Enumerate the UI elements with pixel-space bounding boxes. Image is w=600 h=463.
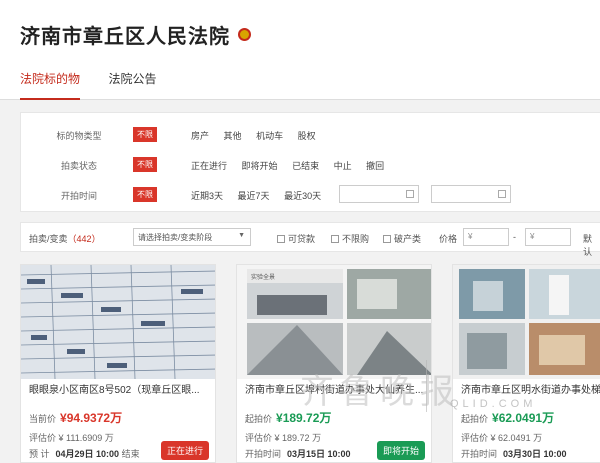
checkbox-icon	[383, 235, 391, 243]
default-sort-button[interactable]: 默认	[583, 232, 600, 258]
filter-label: 拍卖状态	[60, 161, 97, 171]
card-appraisal-line: 评估价 ¥ 111.6909 万	[29, 433, 114, 443]
filter-row-time: 开拍时间 不限 近期3天 最近7天 最近30天 -	[21, 181, 600, 211]
auction-count: 拍卖/变卖（442）	[29, 234, 101, 244]
tab-bar: 法院标的物 法院公告	[0, 60, 600, 100]
card-price-line: 起拍价 ¥189.72万	[245, 411, 332, 425]
tab-court-items[interactable]: 法院标的物	[20, 60, 81, 100]
filter-any-badge[interactable]: 不限	[133, 157, 157, 172]
chevron-down-icon: ▼	[238, 232, 245, 239]
filter-option[interactable]: 最近7天	[238, 191, 270, 201]
status-badge: 即将开始	[376, 441, 425, 460]
checkbox-icon	[277, 235, 285, 243]
card-appraisal-line: 评估价 ¥ 62.0491 万	[461, 433, 543, 443]
card-appraisal-line: 评估价 ¥ 189.72 万	[245, 433, 322, 443]
tab-court-notices[interactable]: 法院公告	[108, 60, 156, 98]
filter-row-type: 标的物类型 不限 房产 其他 机动车 股权	[21, 121, 600, 151]
price-max-input[interactable]: ¥	[525, 228, 571, 246]
end-date-input[interactable]	[431, 185, 511, 203]
start-date-input[interactable]	[339, 185, 419, 203]
stage-select[interactable]: 请选择拍卖/变卖阶段 ▼	[133, 228, 251, 246]
calendar-icon	[406, 190, 414, 198]
property-photos	[453, 265, 600, 379]
card-price-line: 当前价 ¥94.9372万	[29, 411, 123, 425]
no-limit-checkbox[interactable]: 不限购	[331, 232, 369, 245]
bankruptcy-checkbox[interactable]: 破产类	[383, 232, 421, 245]
card-time-line: 预 计 04月29日 10:00 结束	[29, 449, 140, 459]
court-emblem-icon	[238, 28, 252, 41]
price-min-input[interactable]: ¥	[463, 228, 509, 246]
status-badge: 正在进行	[160, 441, 209, 460]
filter-any-badge[interactable]: 不限	[133, 127, 157, 142]
watermark-subtext: QLID.COM	[450, 398, 537, 410]
calendar-icon	[498, 190, 506, 198]
property-photo-grid	[453, 265, 600, 379]
property-document-image	[21, 265, 215, 379]
auction-card[interactable]: 济南市章丘区明水街道办事处梯子... 起拍价¥62.0491万 评估价 ¥ 62…	[452, 264, 600, 463]
watermark-divider	[426, 360, 427, 412]
filter-option[interactable]: 即将开始	[242, 161, 278, 171]
price-label: 价格	[439, 234, 458, 244]
card-price-line: 起拍价 ¥62.0491万	[461, 411, 555, 425]
filter-option[interactable]: 房产	[191, 131, 209, 141]
card-time-line: 开拍时间 03月15日 10:00	[245, 449, 351, 459]
sort-bar: 拍卖/变卖（442） 请选择拍卖/变卖阶段 ▼ 可贷款 不限购 破产类 价格 ¥ …	[20, 222, 600, 257]
property-photo-grid: 实验全景	[237, 265, 431, 379]
page-header: 济南市章丘区人民法院	[0, 0, 600, 60]
checkbox-icon	[331, 235, 339, 243]
filter-panel: 标的物类型 不限 房产 其他 机动车 股权 拍卖状态 不限 正在进行 即将开始 …	[20, 112, 600, 212]
card-time-line: 开拍时间 03月30日 10:00	[461, 449, 567, 459]
filter-any-badge[interactable]: 不限	[133, 187, 157, 202]
filter-label: 标的物类型	[56, 131, 102, 141]
filter-option[interactable]: 其他	[224, 131, 242, 141]
property-photos: 实验全景	[237, 265, 431, 379]
card-title[interactable]: 眼眼泉小区南区8号502（现章丘区眼...	[21, 379, 215, 401]
current-price: ¥94.9372万	[60, 411, 123, 425]
card-title[interactable]: 济南市章丘区埠村街道办事处大仙养生...	[237, 379, 431, 401]
filter-option[interactable]: 股权	[298, 131, 316, 141]
starting-price: ¥189.72万	[276, 411, 332, 425]
auction-card[interactable]: 实验全景 济南市章丘区埠村街道办事处大仙养生... 起拍价 ¥189.72万 评估…	[236, 264, 432, 463]
auction-card[interactable]: 眼眼泉小区南区8号502（现章丘区眼... 当前价 ¥94.9372万 评估价 ¥…	[20, 264, 216, 463]
court-title: 济南市章丘区人民法院	[20, 26, 230, 48]
filter-option[interactable]: 近期3天	[191, 191, 223, 201]
loan-checkbox[interactable]: 可贷款	[277, 232, 315, 245]
price-separator: -	[513, 232, 516, 242]
starting-price: ¥62.0491万	[492, 411, 555, 425]
filter-label: 开拍时间	[60, 191, 97, 201]
filter-option[interactable]: 最近30天	[284, 191, 321, 201]
filter-option[interactable]: 中止	[334, 161, 352, 171]
filter-option[interactable]: 机动车	[256, 131, 283, 141]
filter-option[interactable]: 正在进行	[191, 161, 227, 171]
svg-text:实验全景: 实验全景	[251, 273, 275, 281]
filter-option[interactable]: 撤回	[366, 161, 384, 171]
filter-option[interactable]: 已结束	[292, 161, 319, 171]
filter-row-status: 拍卖状态 不限 正在进行 即将开始 已结束 中止 撤回	[21, 151, 600, 181]
document-photo	[21, 265, 215, 379]
